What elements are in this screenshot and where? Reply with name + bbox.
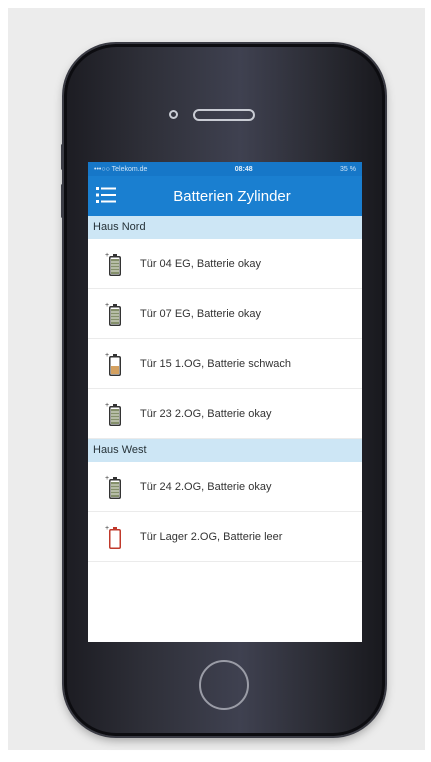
list-item[interactable]: + Tür 07 EG, Batterie okay bbox=[88, 289, 362, 339]
mute-switch bbox=[61, 144, 64, 170]
battery-full-icon: + bbox=[105, 251, 125, 277]
list-item[interactable]: + Tür 23 2.OG, Batterie okay bbox=[88, 389, 362, 439]
menu-list-icon[interactable] bbox=[96, 186, 116, 204]
list-item-label: Tür 07 EG, Batterie okay bbox=[140, 307, 262, 320]
earpiece-speaker bbox=[193, 109, 255, 121]
svg-text:+: + bbox=[105, 302, 109, 309]
battery-empty-icon: + bbox=[105, 524, 125, 550]
battery-full-icon: + bbox=[105, 474, 125, 500]
list-item-label: Tür 24 2.OG, Batterie okay bbox=[140, 480, 272, 493]
list-item-label: Tür 15 1.OG, Batterie schwach bbox=[140, 357, 292, 370]
list-item-label: Tür Lager 2.OG, Batterie leer bbox=[140, 530, 283, 543]
battery-status-label: 35 % bbox=[340, 165, 356, 173]
home-button[interactable] bbox=[199, 660, 249, 710]
list-item[interactable]: + Tür 04 EG, Batterie okay bbox=[88, 239, 362, 289]
list-item-label: Tür 04 EG, Batterie okay bbox=[140, 257, 262, 270]
svg-text:+: + bbox=[105, 402, 109, 409]
page-title: Batterien Zylinder bbox=[173, 187, 291, 205]
section-header: Haus Nord bbox=[88, 216, 362, 239]
front-camera bbox=[169, 110, 178, 119]
status-bar: •••○○ Telekom.de 08:48 35 % bbox=[88, 162, 362, 176]
carrier-label: •••○○ Telekom.de bbox=[94, 165, 148, 173]
list-item[interactable]: + Tür 15 1.OG, Batterie schwach bbox=[88, 339, 362, 389]
list-item[interactable]: + Tür Lager 2.OG, Batterie leer bbox=[88, 512, 362, 562]
svg-text:+: + bbox=[105, 352, 109, 359]
svg-text:+: + bbox=[105, 252, 109, 259]
volume-up-button bbox=[61, 184, 64, 218]
list-item-label: Tür 23 2.OG, Batterie okay bbox=[140, 407, 272, 420]
section-header: Haus West bbox=[88, 439, 362, 462]
svg-text:+: + bbox=[105, 525, 109, 532]
app-screen: •••○○ Telekom.de 08:48 35 % Batterien Zy… bbox=[88, 162, 362, 642]
navigation-bar: Batterien Zylinder bbox=[88, 176, 362, 216]
svg-text:+: + bbox=[105, 475, 109, 482]
clock-label: 08:48 bbox=[234, 165, 253, 173]
battery-full-icon: + bbox=[105, 301, 125, 327]
battery-list: Haus Nord + Tür 04 EG, Batterie okay + Tür 0… bbox=[88, 216, 362, 562]
battery-low-icon: + bbox=[105, 351, 125, 377]
list-item[interactable]: + Tür 24 2.OG, Batterie okay bbox=[88, 462, 362, 512]
battery-full-icon: + bbox=[105, 401, 125, 427]
